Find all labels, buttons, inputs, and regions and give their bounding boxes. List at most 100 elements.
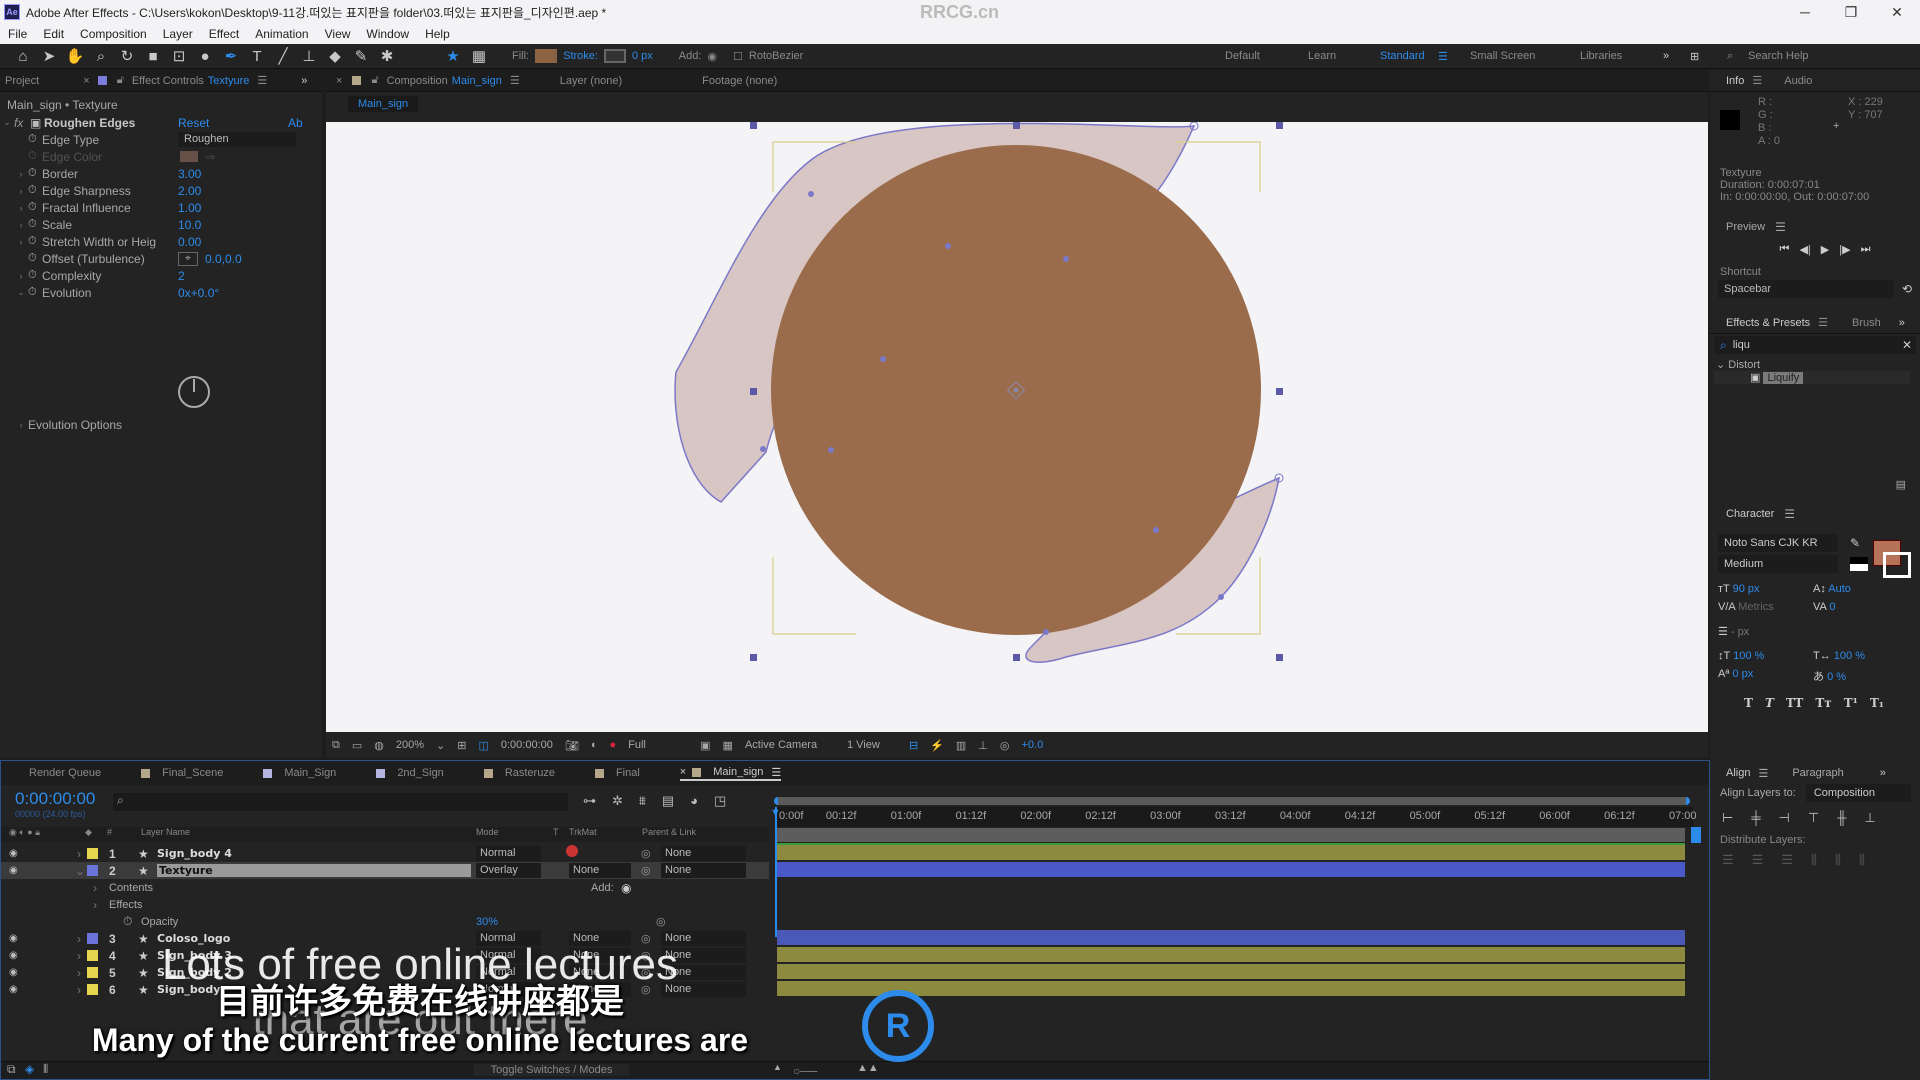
evolution-options[interactable]: › Evolution Options bbox=[0, 416, 322, 433]
mask-visibility-icon[interactable]: ◫ bbox=[478, 739, 488, 752]
resolution-dropdown[interactable]: Full bbox=[628, 739, 688, 751]
close-button[interactable]: ✕ bbox=[1874, 0, 1920, 24]
font-family-dropdown[interactable]: Noto Sans CJK KR bbox=[1718, 534, 1838, 552]
parent-dropdown[interactable]: None bbox=[661, 863, 746, 878]
play-icon[interactable]: ▶ bbox=[1821, 243, 1829, 256]
zoom-out-icon[interactable]: ▲ bbox=[773, 1062, 782, 1072]
align-tab[interactable]: Align bbox=[1726, 767, 1750, 779]
all-caps-button[interactable]: TT bbox=[1786, 696, 1803, 710]
new-folder-icon[interactable]: ▤ bbox=[1896, 478, 1906, 491]
restore-button[interactable]: ❐ bbox=[1828, 0, 1874, 24]
menu-edit[interactable]: Edit bbox=[35, 27, 72, 41]
property-effects[interactable]: › Effects bbox=[1, 896, 769, 913]
render-time-icon[interactable]: ⧉ bbox=[7, 1062, 16, 1077]
graph-editor-icon[interactable]: ◳ bbox=[714, 793, 726, 809]
reset-link[interactable]: Reset bbox=[178, 116, 209, 130]
opacity-value[interactable]: 30% bbox=[476, 916, 498, 928]
fast-previews-icon[interactable]: ⚡ bbox=[930, 739, 944, 752]
type-tool-icon[interactable]: T bbox=[244, 45, 270, 67]
complexity-value[interactable]: 2 bbox=[178, 269, 185, 283]
panel-menu-icon[interactable]: ☰ bbox=[257, 74, 267, 87]
expand-arrow-icon[interactable]: › bbox=[14, 169, 28, 179]
distribute-right-icon[interactable]: ⫼ bbox=[1859, 852, 1865, 868]
layer-search-input[interactable]: ⌕ bbox=[113, 793, 568, 811]
pickwhip-icon[interactable]: ◎ bbox=[641, 864, 651, 877]
border-value[interactable]: 3.00 bbox=[178, 167, 201, 181]
menu-window[interactable]: Window bbox=[358, 27, 417, 41]
menu-composition[interactable]: Composition bbox=[72, 27, 155, 41]
layer-bar[interactable] bbox=[777, 862, 1685, 877]
draft-3d-icon[interactable]: ✲ bbox=[612, 793, 623, 809]
hide-shy-layers-icon[interactable]: ⩩ bbox=[639, 793, 646, 809]
stroke-width-value[interactable]: 0 px bbox=[632, 50, 653, 62]
grid-icon[interactable]: ⊞ bbox=[457, 739, 466, 752]
home-icon[interactable]: ⌂ bbox=[10, 45, 36, 67]
camera-dropdown[interactable]: Active Camera bbox=[745, 739, 835, 751]
zoom-in-icon[interactable]: ▲▲ bbox=[857, 1062, 879, 1074]
label-color[interactable] bbox=[87, 865, 98, 876]
stopwatch-icon[interactable]: ⏱ bbox=[28, 269, 42, 282]
distribute-h-center-icon[interactable]: ⫼ bbox=[1835, 852, 1841, 868]
search-help-input[interactable]: Search Help bbox=[1748, 50, 1809, 62]
flowchart-icon[interactable]: ⊥ bbox=[978, 739, 988, 752]
distribute-v-center-icon[interactable]: ☰ bbox=[1752, 852, 1764, 868]
exposure-value[interactable]: +0.0 bbox=[1021, 739, 1043, 751]
lock-icon[interactable]: 🔓︎ bbox=[117, 74, 124, 87]
monitor-icon[interactable]: ▭ bbox=[352, 739, 362, 752]
align-left-icon[interactable]: ⊢ bbox=[1722, 810, 1733, 826]
expand-arrow-icon[interactable]: › bbox=[14, 237, 28, 247]
always-preview-icon[interactable]: ⧉ bbox=[332, 739, 340, 752]
timeline-timecode[interactable]: 0:00:00:00 bbox=[15, 789, 95, 809]
tsume-value[interactable]: 0 % bbox=[1827, 671, 1846, 683]
playhead-icon[interactable]: ▼ bbox=[770, 807, 781, 819]
superscript-button[interactable]: T¹ bbox=[1844, 696, 1858, 710]
paragraph-tab[interactable]: Paragraph bbox=[1792, 767, 1843, 779]
menu-animation[interactable]: Animation bbox=[247, 27, 316, 41]
camera-tool-icon[interactable]: ■ bbox=[140, 45, 166, 67]
puppet-pin-tool-icon[interactable]: ✱ bbox=[374, 45, 400, 67]
workspace-menu-icon[interactable]: ☰ bbox=[1438, 50, 1448, 63]
align-bottom-icon[interactable]: ⊥ bbox=[1864, 810, 1875, 826]
sync-settings-icon[interactable]: ⊞ bbox=[1690, 50, 1699, 63]
transparency-grid-icon[interactable]: ▦ bbox=[723, 739, 733, 752]
shortcut-dropdown[interactable]: Spacebar bbox=[1718, 280, 1894, 298]
menu-help[interactable]: Help bbox=[417, 27, 458, 41]
label-color[interactable] bbox=[87, 848, 98, 859]
subscript-button[interactable]: T₁ bbox=[1870, 696, 1884, 710]
parent-dropdown[interactable]: None bbox=[661, 846, 746, 861]
align-v-center-icon[interactable]: ╫ bbox=[1837, 810, 1846, 826]
more-workspaces-icon[interactable]: » bbox=[1663, 50, 1669, 62]
expand-arrow-icon[interactable]: › bbox=[14, 203, 28, 213]
menu-layer[interactable]: Layer bbox=[155, 27, 201, 41]
layer-name[interactable]: Sign_body 4 bbox=[157, 847, 232, 860]
tab-main-sign[interactable]: Main_Sign bbox=[263, 767, 336, 779]
clone-stamp-tool-icon[interactable]: ⊥ bbox=[296, 45, 322, 67]
eye-icon[interactable]: ◉ bbox=[9, 848, 18, 859]
vertical-scale-value[interactable]: 100 % bbox=[1733, 650, 1764, 662]
current-time[interactable]: 0:00:00:00 bbox=[501, 739, 553, 751]
pickwhip-icon[interactable]: ◎ bbox=[641, 847, 651, 860]
column-trkmat[interactable]: TrkMat bbox=[569, 827, 597, 837]
layer-bar[interactable] bbox=[777, 845, 1685, 860]
view-layout-dropdown[interactable]: 1 View bbox=[847, 739, 897, 751]
expand-arrow-icon[interactable]: › bbox=[14, 220, 28, 230]
tab-render-queue[interactable]: Render Queue bbox=[29, 767, 101, 779]
chevron-down-icon[interactable]: ⌄ bbox=[436, 739, 445, 752]
expand-arrow-icon[interactable]: › bbox=[77, 847, 81, 861]
selection-tool-icon[interactable]: ➤ bbox=[36, 45, 62, 67]
project-tab[interactable]: Project bbox=[5, 75, 39, 87]
close-tab-icon[interactable]: × bbox=[83, 75, 89, 87]
composition-viewer[interactable] bbox=[326, 122, 1708, 732]
magnification-dropdown[interactable]: 200% bbox=[396, 739, 424, 751]
align-h-center-icon[interactable]: ╪ bbox=[1751, 810, 1760, 826]
workspace-default[interactable]: Default bbox=[1225, 50, 1260, 62]
stopwatch-icon[interactable]: ⏱ bbox=[28, 184, 42, 197]
expand-arrow-icon[interactable]: ⌄ bbox=[1716, 359, 1725, 371]
tab-main-sign-active[interactable]: × Main_sign ☰ bbox=[679, 766, 782, 781]
rotobezier-checkbox[interactable]: ☐ bbox=[733, 50, 743, 63]
column-mode[interactable]: Mode bbox=[476, 827, 499, 837]
stopwatch-icon[interactable]: ⏱ bbox=[28, 286, 42, 299]
offset-value[interactable]: 0.0,0.0 bbox=[205, 252, 242, 266]
frame-blending-icon[interactable]: ▤ bbox=[662, 793, 674, 809]
fill-swatch[interactable] bbox=[535, 49, 558, 63]
